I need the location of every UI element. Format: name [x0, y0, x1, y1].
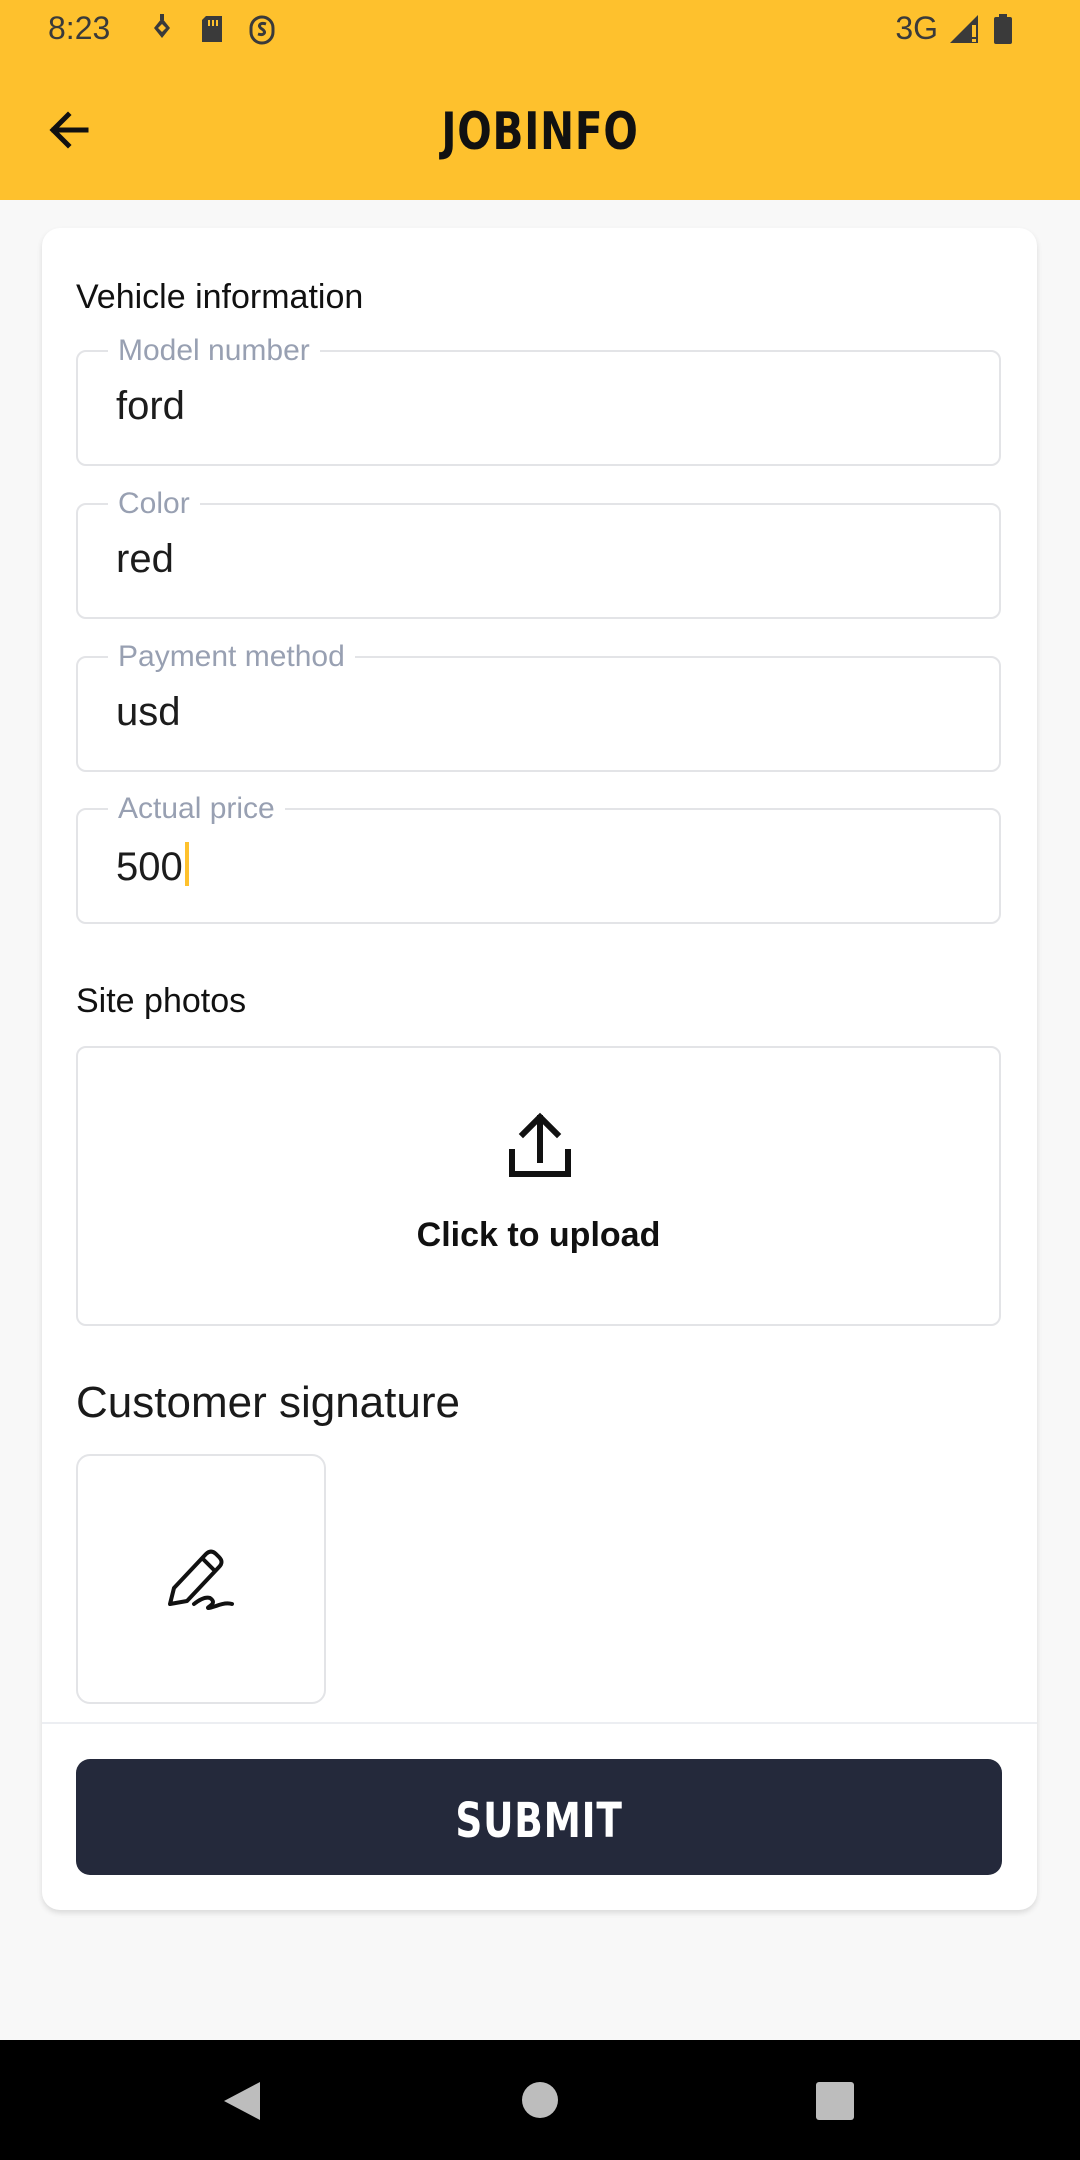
- payment-method-label: Payment method: [108, 640, 355, 674]
- customer-signature-title: Customer signature: [76, 1378, 460, 1427]
- model-number-label: Model number: [108, 334, 320, 368]
- color-label: Color: [108, 487, 200, 521]
- back-button[interactable]: [40, 100, 100, 160]
- actual-price-input: 500: [116, 842, 189, 890]
- status-indicators: 3G: [895, 10, 1014, 47]
- submit-label: SUBMIT: [455, 1793, 623, 1849]
- upload-photos-button[interactable]: Click to upload: [76, 1046, 1001, 1326]
- signature-pen-icon: [168, 1549, 234, 1610]
- network-type: 3G: [895, 10, 938, 46]
- actual-price-label: Actual price: [108, 792, 285, 826]
- arrow-left-icon: [49, 111, 89, 149]
- payment-method-value: usd: [116, 690, 181, 734]
- app-notification-icon: [248, 12, 276, 46]
- text-caret: [184, 842, 189, 886]
- model-number-value: ford: [116, 384, 185, 428]
- battery-icon: [994, 13, 1012, 44]
- nav-home-icon[interactable]: [522, 2082, 558, 2118]
- site-photos-title: Site photos: [76, 982, 247, 1020]
- job-info-card: Vehicle information Model number ford Co…: [42, 228, 1037, 1910]
- nav-back-icon[interactable]: [222, 2080, 262, 2122]
- color-field[interactable]: Color red: [76, 487, 1001, 619]
- model-number-field[interactable]: Model number ford: [76, 334, 1001, 466]
- upload-icon: [509, 1112, 571, 1177]
- nav-recents-icon[interactable]: [816, 2082, 854, 2120]
- upload-label: Click to upload: [416, 1216, 661, 1254]
- signature-pad-button[interactable]: [76, 1454, 326, 1704]
- color-value: red: [116, 537, 174, 581]
- system-nav-bar: [0, 2040, 1080, 2160]
- divider: [42, 1722, 1037, 1724]
- app-bar: JOBINFO: [0, 60, 1080, 200]
- sd-card-icon: [198, 12, 226, 46]
- download-notification-icon: [148, 12, 176, 46]
- submit-button[interactable]: SUBMIT: [76, 1759, 1002, 1875]
- signal-icon: [950, 14, 978, 43]
- notification-icons: [148, 12, 276, 46]
- actual-price-value: 500: [116, 845, 183, 889]
- payment-method-field[interactable]: Payment method usd: [76, 640, 1001, 772]
- vehicle-section-title: Vehicle information: [76, 278, 364, 316]
- actual-price-field[interactable]: Actual price 500: [76, 792, 1001, 924]
- page-title: JOBINFO: [441, 102, 639, 162]
- status-time: 8:23: [48, 10, 111, 46]
- status-bar: 8:23 3G: [0, 0, 1080, 60]
